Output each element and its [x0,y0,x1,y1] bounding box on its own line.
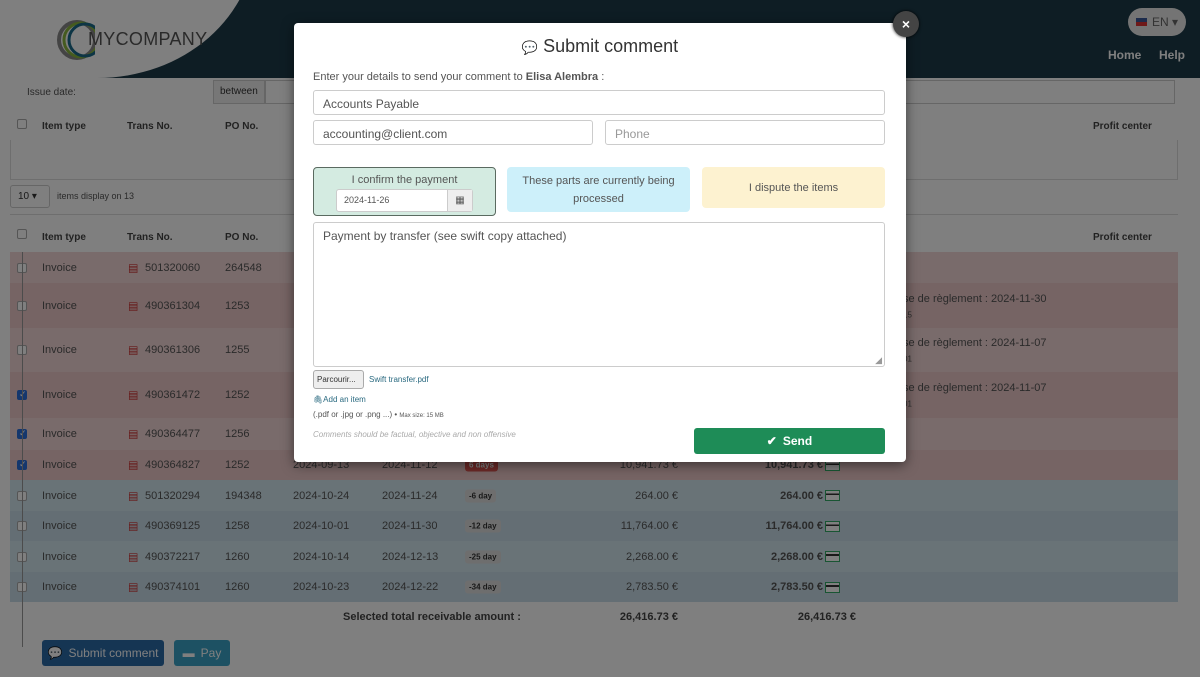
send-button[interactable]: ✔ Send [694,428,885,454]
submit-comment-modal: 💬 Submit comment Enter your details to s… [294,23,906,462]
comment-guideline: Comments should be factual, objective an… [313,430,516,439]
phone-input[interactable]: Phone [605,120,885,145]
close-modal-button[interactable]: × [893,11,919,37]
max-size: Max size: 15 MB [399,413,444,419]
payment-date-value: 2024-11-26 [344,195,390,205]
file-constraints: (.pdf or .jpg or .png ...) • Max size: 1… [313,410,444,419]
comment-text: Payment by transfer (see swift copy atta… [323,229,567,243]
intro-text: Enter your details to send your comment … [313,71,526,83]
send-label: Send [782,434,813,448]
email-input[interactable]: accounting@client.com [313,120,593,145]
payment-date-input[interactable]: 2024-11-26 ▦ [336,189,473,212]
comment-textarea[interactable]: Payment by transfer (see swift copy atta… [313,222,885,367]
intro-end: : [598,71,605,83]
name-value: Accounts Payable [323,97,420,111]
browse-label: Parcourir... [317,375,356,384]
close-icon: × [901,16,911,32]
modal-title-text: Submit comment [543,36,679,56]
confirm-payment-option[interactable]: I confirm the payment 2024-11-26 ▦ [313,167,496,216]
calendar-icon[interactable]: ▦ [447,190,472,211]
browse-button[interactable]: Parcourir... [313,370,364,389]
modal-intro: Enter your details to send your comment … [313,71,604,83]
dispute-option[interactable]: I dispute the items [702,167,885,208]
processing-option[interactable]: These parts are currently being processe… [507,167,690,212]
check-icon: ✔ [766,434,777,448]
processing-label: These parts are currently being processe… [522,174,675,205]
email-value: accounting@client.com [323,127,448,141]
add-item-label: Add an item [323,395,366,404]
attached-file[interactable]: Swift transfer.pdf [369,375,429,384]
phone-placeholder: Phone [615,127,650,141]
paperclip-icon: 🖇 [313,395,324,404]
resize-handle-icon[interactable]: ◢ [875,355,882,366]
file-formats: (.pdf or .jpg or .png ...) [313,410,393,419]
confirm-payment-label: I confirm the payment [351,174,458,186]
comments-icon: 💬 [521,40,539,55]
add-item-link[interactable]: 🖇Add an item [313,395,366,404]
name-input[interactable]: Accounts Payable [313,90,885,115]
modal-title: 💬 Submit comment [294,36,906,57]
dispute-label: I dispute the items [748,181,839,194]
recipient-name: Elisa Alembra [525,71,599,83]
